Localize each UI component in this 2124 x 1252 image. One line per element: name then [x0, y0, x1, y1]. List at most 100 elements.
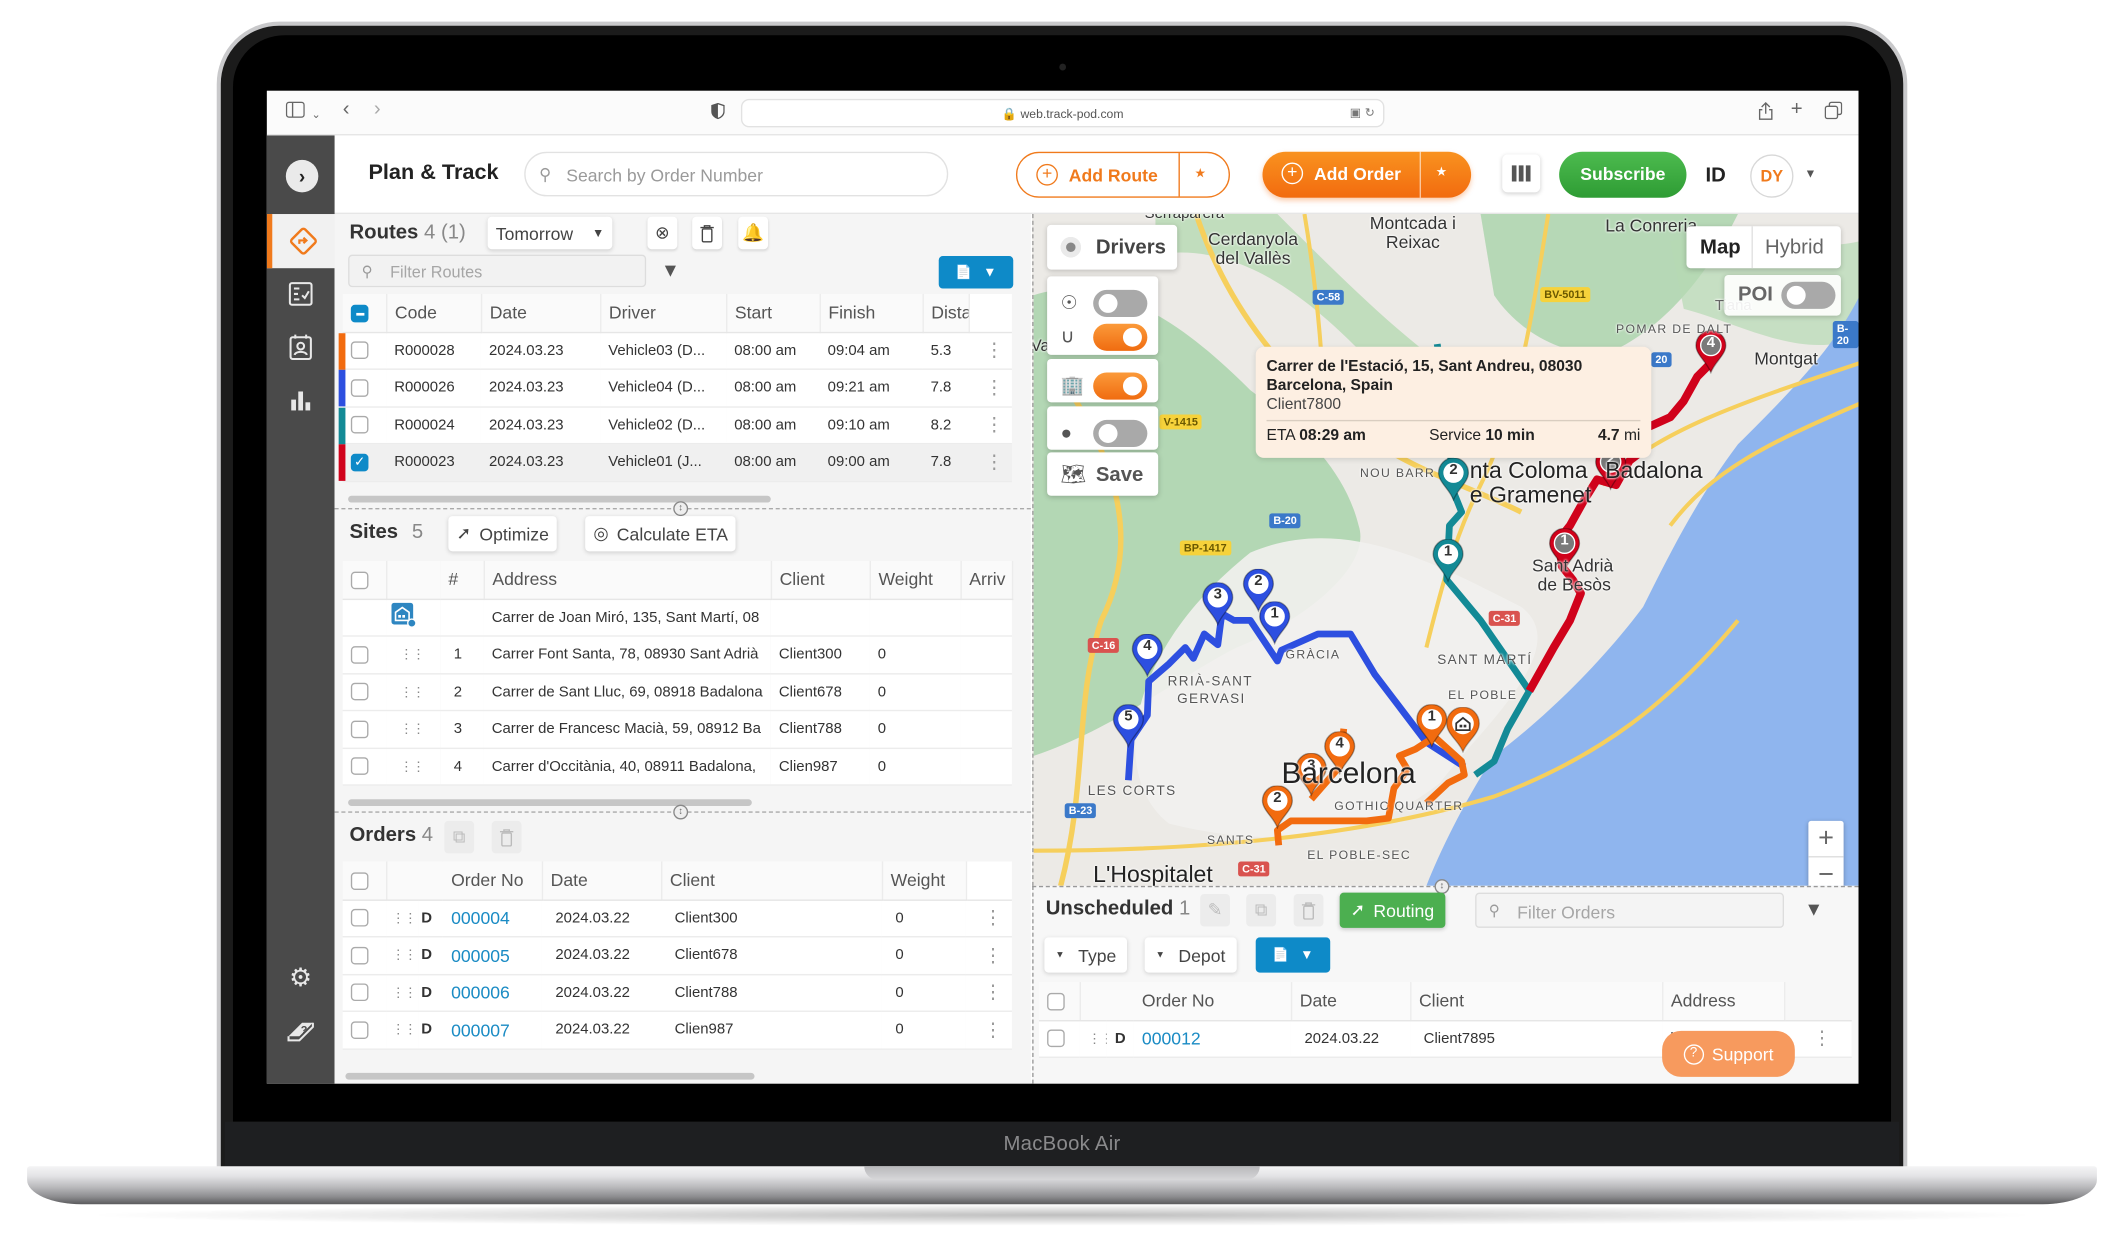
forward-icon[interactable]: › — [374, 98, 381, 121]
delete-orders-button[interactable] — [491, 820, 522, 854]
column-header[interactable]: Order No — [442, 861, 543, 901]
delete-routes-button[interactable] — [692, 216, 723, 250]
depot-filter-dropdown[interactable]: ▼ Depot — [1144, 937, 1237, 973]
row-checkbox[interactable] — [342, 331, 387, 370]
sidebar-item-routes[interactable] — [266, 214, 335, 269]
row-checkbox[interactable] — [342, 369, 387, 408]
drag-handle-icon[interactable]: ⋮⋮ — [386, 973, 419, 1012]
map-type-map[interactable]: Map — [1700, 236, 1741, 259]
column-header[interactable]: Arriv — [960, 560, 1013, 600]
column-header[interactable]: Client — [661, 861, 883, 901]
column-header[interactable]: Address — [1662, 982, 1785, 1021]
map-stop-marker[interactable]: 2 — [1437, 457, 1470, 502]
order-number-link[interactable]: 000007 — [442, 1011, 542, 1050]
row-menu-icon[interactable]: ⋮ — [968, 406, 1012, 445]
row-checkbox[interactable] — [342, 635, 387, 674]
address-bar[interactable]: 🔒 web.track-pod.com ▣ ↻ — [740, 98, 1385, 128]
column-header[interactable]: Address — [483, 560, 772, 600]
upload-order-icon[interactable]: ⭑ — [1436, 160, 1447, 183]
account-menu-caret-icon[interactable]: ▼ — [1804, 167, 1816, 181]
column-header[interactable]: Order No — [1133, 982, 1292, 1021]
notify-button[interactable]: 🔔 — [738, 216, 769, 250]
map-stop-marker[interactable]: 4 — [1131, 633, 1164, 678]
expand-sidebar-button[interactable]: › — [285, 159, 319, 193]
save-map-button[interactable]: 🗺 Save — [1047, 452, 1159, 496]
map-stop-marker[interactable]: 2 — [1242, 568, 1275, 613]
clear-routes-button[interactable]: ⊗ — [647, 216, 678, 250]
resize-handle-icon[interactable]: ↕ — [673, 804, 689, 820]
drag-handle-icon[interactable]: ⋮⋮ — [386, 899, 419, 938]
layer-toggle[interactable] — [1093, 419, 1148, 448]
row-menu-icon[interactable]: ⋮ — [965, 936, 1012, 975]
column-header[interactable]: Start — [726, 293, 821, 333]
row-menu-icon[interactable]: ⋮ — [965, 899, 1012, 938]
column-header[interactable]: Weight — [881, 861, 967, 901]
row-checkbox[interactable] — [342, 973, 387, 1012]
filter-orders-input[interactable]: ⚲ Filter Orders — [1475, 892, 1785, 928]
avatar[interactable]: DY — [1750, 154, 1794, 198]
order-number-link[interactable]: 000005 — [442, 936, 542, 975]
layer-toggle[interactable] — [1093, 372, 1148, 400]
sidebar-item-reports[interactable] — [267, 373, 335, 427]
new-tab-icon[interactable]: + — [1791, 98, 1803, 121]
column-header[interactable]: Dista — [922, 293, 970, 333]
map-type-hybrid[interactable]: Hybrid — [1765, 236, 1824, 259]
privacy-shield-icon[interactable] — [711, 102, 725, 125]
row-checkbox[interactable] — [342, 899, 387, 938]
site-row[interactable]: ⋮⋮ 4 Carrer d'Occitània, 40, 08911 Badalon… — [342, 747, 1012, 786]
row-checkbox[interactable] — [342, 747, 387, 786]
layer-toggle[interactable] — [1093, 323, 1148, 351]
drag-handle-icon[interactable]: ⋮⋮ — [386, 710, 441, 749]
copy-orders-button[interactable]: ⧉ — [444, 820, 475, 854]
order-row[interactable]: ⋮⋮ D 000004 2024.03.22 Client300 0 ⋮ — [342, 899, 1012, 938]
route-row[interactable]: ✓ R000023 2024.03.23 Vehicle01 (J... 08:00 a… — [342, 443, 1012, 482]
drag-handle-icon[interactable]: ⋮⋮ — [386, 635, 441, 674]
drag-handle-icon[interactable]: ⋮⋮ — [386, 936, 419, 975]
routing-button[interactable]: ➚ Routing — [1339, 892, 1445, 928]
sites-horizontal-scrollbar[interactable] — [348, 799, 752, 806]
select-all-checkbox[interactable] — [1038, 982, 1081, 1021]
row-menu-icon[interactable]: ⋮ — [968, 369, 1012, 408]
reload-icon[interactable]: ▣ ↻ — [1350, 106, 1375, 121]
routes-horizontal-scrollbar[interactable] — [348, 495, 771, 503]
map-stop-marker[interactable]: 2 — [1261, 785, 1294, 830]
chevron-down-icon[interactable]: ⌄ — [312, 104, 321, 126]
zoom-out-button[interactable]: − — [1808, 856, 1844, 886]
drag-handle-icon[interactable]: ⋮⋮ — [386, 1011, 419, 1050]
column-header[interactable]: Client — [770, 560, 871, 600]
row-checkbox[interactable] — [342, 710, 387, 749]
column-header[interactable]: Client — [1410, 982, 1663, 1021]
drag-handle-icon[interactable]: ⋮⋮ — [386, 673, 441, 712]
row-checkbox[interactable] — [1038, 1020, 1080, 1058]
share-icon[interactable] — [1758, 101, 1773, 126]
date-filter-dropdown[interactable]: Tomorrow ▼ — [487, 216, 613, 250]
column-header[interactable]: Code — [386, 293, 482, 333]
depot-row[interactable]: Carrer de Joan Miró, 135, Sant Martí, 08 — [342, 598, 1012, 637]
zoom-in-button[interactable]: + — [1808, 821, 1843, 856]
layer-toggle[interactable] — [1093, 289, 1148, 317]
select-all-checkbox[interactable] — [342, 293, 387, 333]
column-header[interactable]: Finish — [819, 293, 924, 333]
export-unscheduled-button[interactable]: 📄 ▼ — [1255, 937, 1331, 973]
add-order-button[interactable]: Add Order — [1314, 164, 1401, 184]
column-header[interactable]: Driver — [600, 293, 727, 333]
subscribe-button[interactable]: Subscribe — [1559, 151, 1687, 198]
filter-icon[interactable]: ▼ — [661, 259, 680, 281]
column-header[interactable]: # — [440, 560, 485, 600]
order-number-link[interactable]: 000012 — [1133, 1020, 1291, 1058]
sidebar-item-checklist[interactable] — [267, 267, 335, 321]
tabs-overview-icon[interactable] — [1824, 101, 1843, 125]
site-row[interactable]: ⋮⋮ 3 Carrer de Francesc Macià, 59, 08912 B… — [342, 710, 1012, 749]
orders-horizontal-scrollbar[interactable] — [345, 1072, 755, 1080]
edit-unscheduled-button[interactable]: ✎ — [1200, 894, 1230, 927]
calculate-eta-button[interactable]: ◎ Calculate ETA — [585, 516, 737, 552]
columns-button[interactable] — [1502, 154, 1541, 193]
route-row[interactable]: R000024 2024.03.23 Vehicle02 (D... 08:00 am… — [342, 406, 1012, 445]
back-icon[interactable]: ‹ — [343, 98, 350, 121]
column-header[interactable]: Weight — [869, 560, 962, 600]
sidebar-toggle-icon[interactable] — [285, 101, 305, 124]
site-row[interactable]: ⋮⋮ 1 Carrer Font Santa, 78, 08930 Sant Adr… — [342, 635, 1012, 674]
export-routes-button[interactable]: 📄 ▼ — [938, 256, 1014, 289]
map-stop-marker[interactable]: 1 — [1432, 539, 1465, 583]
row-checkbox[interactable] — [342, 673, 387, 712]
